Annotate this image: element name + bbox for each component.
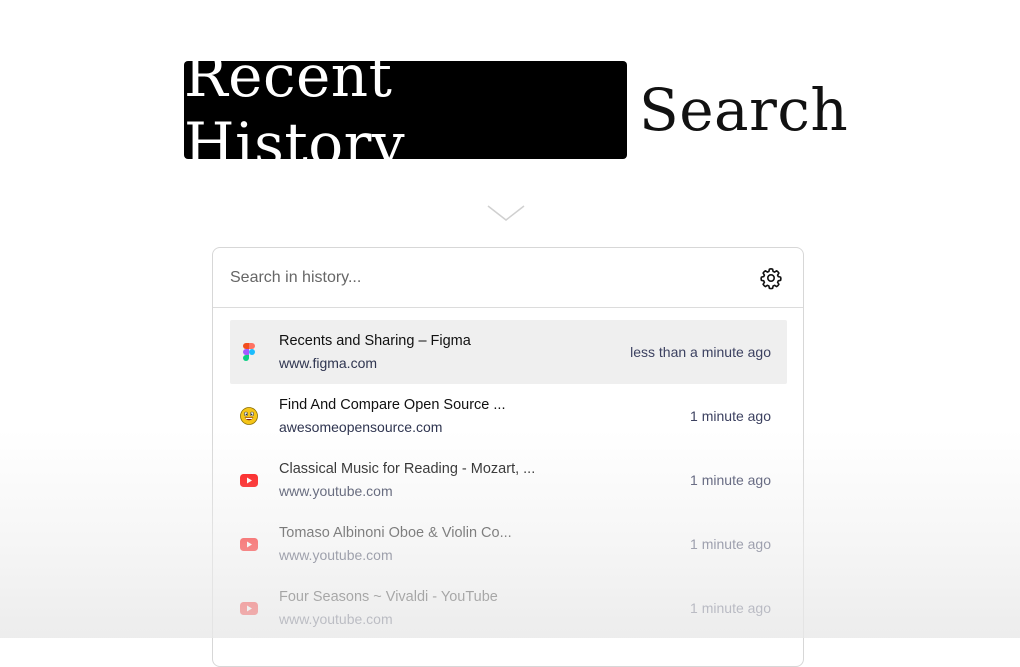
- history-list: Recents and Sharing – Figma www.figma.co…: [213, 308, 803, 640]
- history-item-time: less than a minute ago: [630, 344, 771, 360]
- history-item-time: 1 minute ago: [690, 472, 771, 488]
- history-item-title: Classical Music for Reading - Mozart, ..…: [279, 461, 536, 477]
- history-item-url: www.youtube.com: [279, 547, 393, 563]
- history-item[interactable]: Recents and Sharing – Figma www.figma.co…: [230, 320, 787, 384]
- history-item-texts: Find And Compare Open Source ... awesome…: [279, 396, 678, 436]
- history-item[interactable]: Tomaso Albinoni Oboe & Violin Co... www.…: [230, 512, 787, 576]
- history-item-texts: Tomaso Albinoni Oboe & Violin Co... www.…: [279, 524, 678, 564]
- history-item-url: www.youtube.com: [279, 611, 393, 627]
- history-item[interactable]: Find And Compare Open Source ... awesome…: [230, 384, 787, 448]
- history-item[interactable]: Four Seasons ~ Vivaldi - YouTube www.you…: [230, 576, 787, 640]
- history-popup: Recents and Sharing – Figma www.figma.co…: [212, 247, 804, 667]
- search-input[interactable]: [230, 268, 757, 287]
- history-item-time: 1 minute ago: [690, 536, 771, 552]
- emoji-face-icon: [240, 407, 258, 425]
- history-item-texts: Four Seasons ~ Vivaldi - YouTube www.you…: [279, 588, 678, 628]
- history-item-texts: Classical Music for Reading - Mozart, ..…: [279, 460, 678, 500]
- history-item[interactable]: Classical Music for Reading - Mozart, ..…: [230, 448, 787, 512]
- chevron-down-icon: [487, 205, 525, 221]
- history-item-time: 1 minute ago: [690, 600, 771, 616]
- gear-icon: [760, 267, 782, 289]
- figma-icon: [240, 343, 258, 361]
- app-title: Recent History Search: [184, 42, 849, 178]
- history-item-title: Four Seasons ~ Vivaldi - YouTube: [279, 589, 498, 605]
- youtube-icon: [240, 535, 258, 553]
- title-rest: Search: [639, 76, 849, 144]
- youtube-icon: [240, 471, 258, 489]
- history-item-time: 1 minute ago: [690, 408, 771, 424]
- history-item-title: Find And Compare Open Source ...: [279, 397, 506, 413]
- history-item-url: www.youtube.com: [279, 483, 393, 499]
- history-item-url: www.figma.com: [279, 355, 378, 371]
- history-item-title: Recents and Sharing – Figma: [279, 333, 471, 349]
- settings-button[interactable]: [757, 264, 785, 292]
- youtube-icon: [240, 599, 258, 617]
- history-item-title: Tomaso Albinoni Oboe & Violin Co...: [279, 525, 512, 541]
- title-highlight: Recent History: [184, 42, 627, 178]
- search-bar: [213, 248, 803, 308]
- history-item-url: awesomeopensource.com: [279, 419, 443, 435]
- history-item-texts: Recents and Sharing – Figma www.figma.co…: [279, 332, 618, 372]
